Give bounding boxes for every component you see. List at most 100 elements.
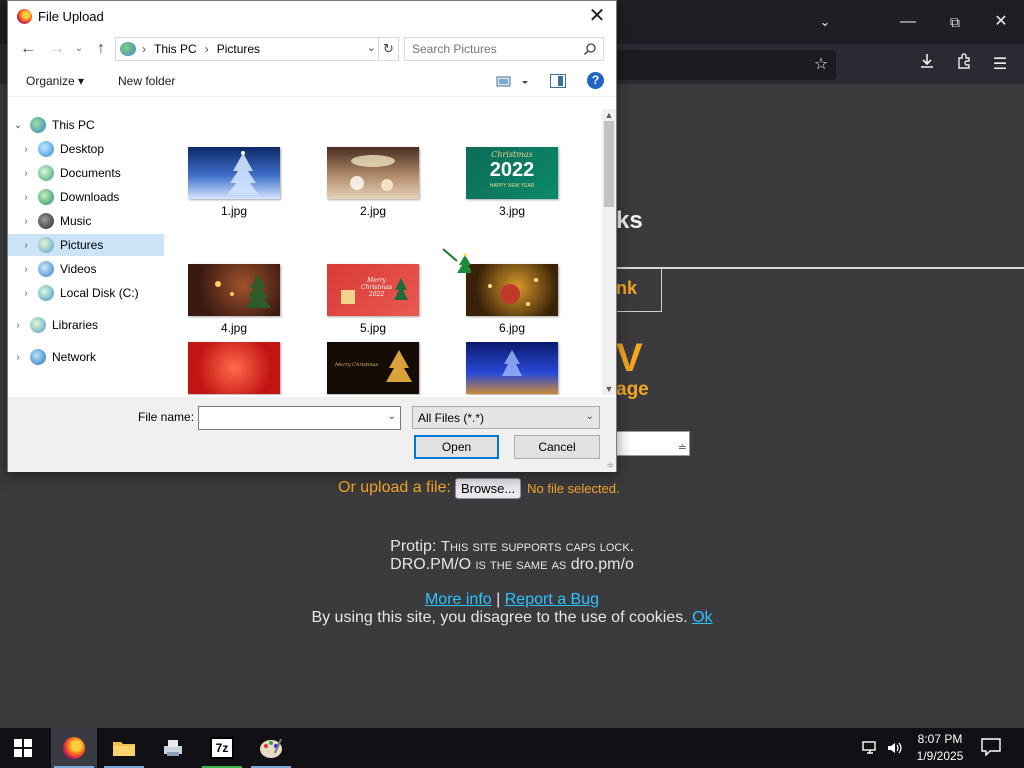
search-box[interactable] — [404, 37, 604, 61]
report-bug-link[interactable]: Report a Bug — [505, 591, 599, 608]
nav-item-this-pc[interactable]: ⌄ This PC — [12, 114, 162, 136]
file-item[interactable]: 2.jpg — [327, 147, 419, 239]
preview-pane-icon[interactable] — [550, 74, 566, 88]
taskbar-app[interactable] — [150, 728, 196, 768]
help-icon[interactable]: ? — [587, 72, 604, 89]
link-tab-partial[interactable]: nk — [616, 278, 637, 299]
file-item[interactable] — [188, 342, 280, 395]
dialog-close-icon[interactable]: ✕ — [582, 3, 612, 29]
scroll-down-icon[interactable]: ▼ — [602, 384, 616, 394]
downloads-icon[interactable] — [914, 52, 940, 78]
chevron-right-icon[interactable]: › — [20, 288, 32, 299]
file-name-input[interactable]: ⌄ — [198, 406, 401, 430]
file-type-select[interactable]: All Files (*.*) ⌄ — [412, 406, 600, 429]
chevron-right-icon[interactable]: › — [12, 352, 24, 363]
breadcrumb-chevron-icon[interactable]: › — [142, 42, 146, 56]
address-bar[interactable]: › This PC › Pictures ⌄ ↻ — [115, 37, 399, 61]
network-icon — [30, 349, 46, 365]
cancel-button[interactable]: Cancel — [514, 435, 600, 459]
file-list-scrollbar[interactable]: ▲ ▼ — [602, 109, 616, 395]
cookie-ok-link[interactable]: Ok — [692, 609, 712, 626]
taskbar-paint[interactable] — [248, 728, 294, 768]
volume-icon[interactable] — [886, 740, 904, 756]
network-icon[interactable] — [861, 740, 879, 756]
chevron-right-icon[interactable]: › — [20, 168, 32, 179]
nav-item-videos[interactable]: › Videos — [20, 258, 162, 280]
resize-grip-icon[interactable]: ≐ — [678, 441, 687, 454]
chevron-right-icon[interactable]: › — [20, 264, 32, 275]
7zip-icon: 7z — [210, 737, 234, 759]
file-name: 6.jpg — [498, 321, 526, 335]
list-all-tabs-button[interactable]: ⌄ — [810, 8, 840, 36]
nav-item-documents[interactable]: › Documents — [20, 162, 162, 184]
resize-grip-icon[interactable]: ≑ — [606, 460, 614, 471]
recent-dropdown-icon[interactable]: ⌄ — [68, 38, 90, 60]
nav-item-desktop[interactable]: › Desktop — [20, 138, 162, 160]
taskbar-7zip[interactable]: 7z — [199, 728, 245, 768]
notification-icon[interactable] — [981, 738, 1001, 756]
chevron-right-icon[interactable]: › — [12, 320, 24, 331]
taskbar-firefox[interactable] — [51, 728, 97, 768]
file-item[interactable]: Merry Christmas — [327, 342, 419, 395]
puzzle-icon — [958, 53, 970, 69]
menu-hamburger-icon[interactable]: ☰ — [987, 52, 1013, 78]
dialog-title-bar[interactable]: File Upload ✕ — [8, 1, 616, 32]
nav-item-libraries[interactable]: › Libraries — [12, 314, 162, 336]
cookie-text: By using this site, you disagree to the … — [311, 609, 688, 626]
chevron-right-icon[interactable]: › — [20, 192, 32, 203]
scrollbar-thumb[interactable] — [604, 121, 614, 207]
extensions-icon[interactable] — [951, 52, 977, 78]
chevron-down-icon[interactable]: ⌄ — [388, 411, 396, 422]
up-arrow-icon[interactable]: ↑ — [90, 38, 112, 60]
dialog-footer: File name: ⌄ All Files (*.*) ⌄ Open Canc… — [8, 397, 616, 472]
scroll-up-icon[interactable]: ▲ — [602, 110, 616, 120]
nav-item-downloads[interactable]: › Downloads — [20, 186, 162, 208]
nav-item-pictures[interactable]: › Pictures — [8, 234, 164, 256]
refresh-icon[interactable]: ↻ — [378, 38, 398, 60]
close-window-button[interactable]: ✕ — [986, 8, 1016, 36]
image-thumbnail — [466, 342, 558, 394]
chevron-down-icon[interactable]: ⌄ — [12, 120, 24, 131]
breadcrumb-chevron-icon[interactable]: › — [205, 42, 209, 56]
links-row: More info | Report a Bug — [0, 591, 1024, 609]
night-scene-image — [502, 350, 522, 376]
restore-button[interactable]: ⧉ — [940, 8, 970, 36]
back-arrow-icon[interactable]: ← — [17, 38, 39, 60]
file-item[interactable]: 1.jpg — [188, 147, 280, 239]
chevron-right-icon[interactable]: › — [20, 144, 32, 155]
file-name: 3.jpg — [498, 204, 526, 218]
local-disk-icon — [38, 285, 54, 301]
more-info-link[interactable]: More info — [425, 591, 492, 608]
chevron-right-icon[interactable]: › — [20, 240, 32, 251]
protip-url-lower: dro.pm/o — [570, 556, 634, 573]
breadcrumb-pictures[interactable]: Pictures — [217, 42, 260, 56]
image-thumbnail — [466, 264, 558, 316]
organize-button[interactable]: Organize ▾ — [26, 74, 84, 88]
nav-item-network[interactable]: › Network — [12, 346, 162, 368]
open-button[interactable]: Open — [414, 435, 499, 459]
change-view-button[interactable] — [496, 73, 536, 91]
chevron-down-icon[interactable]: ⌄ — [586, 411, 594, 422]
bookmark-star-icon[interactable]: ☆ — [808, 52, 834, 78]
start-button[interactable] — [0, 728, 46, 768]
this-pc-icon — [30, 117, 46, 133]
chevron-right-icon[interactable]: › — [20, 216, 32, 227]
protip-text-2: is the same as — [475, 556, 567, 573]
windows-logo-icon — [14, 739, 32, 757]
system-clock[interactable]: 8:07 PM 1/9/2025 — [910, 731, 970, 765]
taskbar-file-explorer[interactable] — [101, 728, 147, 768]
new-folder-button[interactable]: New folder — [118, 74, 175, 88]
file-item[interactable] — [466, 342, 558, 395]
browse-button[interactable]: Browse... — [454, 477, 522, 499]
minimize-button[interactable]: — — [893, 8, 923, 36]
firefox-icon — [63, 737, 85, 759]
breadcrumb-this-pc[interactable]: This PC — [154, 42, 197, 56]
url-bar[interactable]: ☆ — [600, 50, 836, 80]
address-dropdown-icon[interactable]: ⌄ — [367, 41, 376, 54]
forward-arrow-icon[interactable]: → — [46, 38, 68, 60]
nav-item-local-disk[interactable]: › Local Disk (C:) — [20, 282, 162, 304]
nav-item-music[interactable]: › Music — [20, 210, 162, 232]
file-item[interactable]: Christmas 2022 HAPPY NEW YEAR 3.jpg — [466, 147, 558, 239]
search-input[interactable] — [412, 42, 572, 56]
file-list: 1.jpg 2.jpg Christmas 2022 HAPPY NEW YEA… — [166, 109, 602, 395]
